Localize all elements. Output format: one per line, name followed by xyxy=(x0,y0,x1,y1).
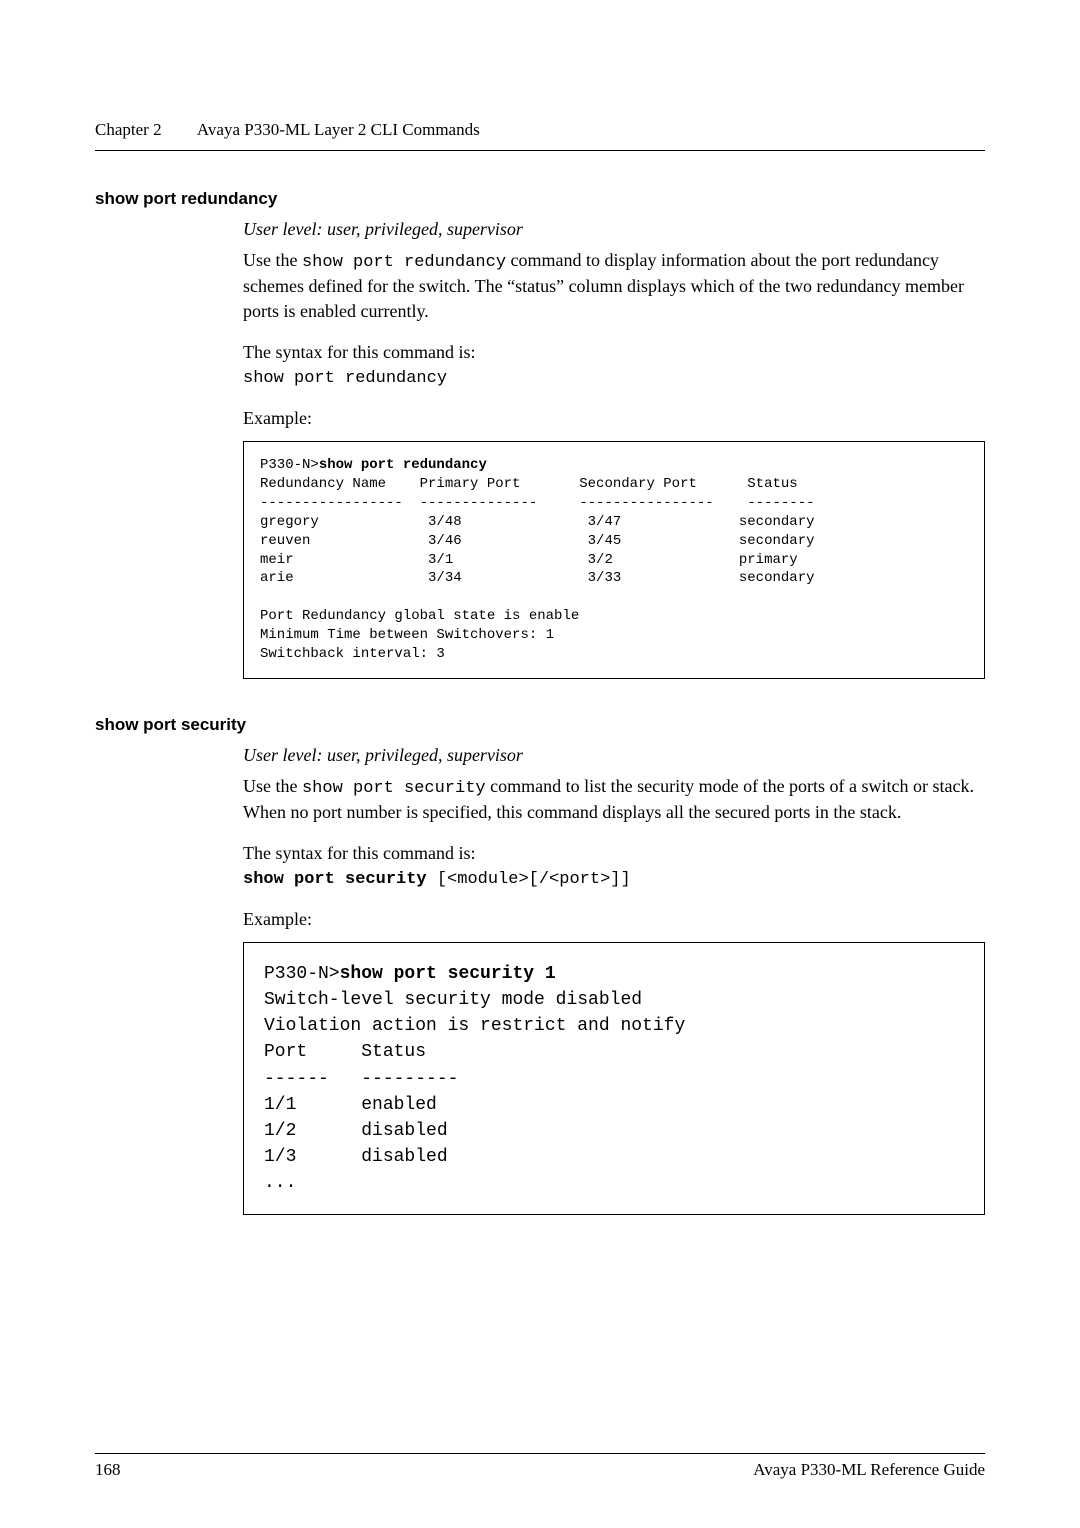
chapter-number: Chapter 2 xyxy=(95,120,162,139)
example-output-box: P330-N>show port security 1 Switch-level… xyxy=(243,942,985,1215)
output-prompt: P330-N> xyxy=(260,457,319,473)
example-output-box: P330-N>show port redundancy Redundancy N… xyxy=(243,441,985,679)
section-heading-show-port-security: show port security xyxy=(95,715,985,735)
chapter-header: Chapter 2 Avaya P330-ML Layer 2 CLI Comm… xyxy=(95,120,985,140)
example-output-container: P330-N>show port redundancy Redundancy N… xyxy=(243,441,985,679)
page-footer: 168 Avaya P330-ML Reference Guide xyxy=(95,1453,985,1480)
doc-title: Avaya P330-ML Reference Guide xyxy=(753,1460,985,1480)
output-prompt: P330-N> xyxy=(264,964,340,984)
section1-body: User level: user, privileged, supervisor… xyxy=(243,219,985,429)
section-heading-show-port-redundancy: show port redundancy xyxy=(95,189,985,209)
syntax-command-args: [<module>[/<port>]] xyxy=(427,870,631,889)
syntax-command-bold: show port security xyxy=(243,870,427,889)
section2-body: User level: user, privileged, supervisor… xyxy=(243,745,985,930)
intro-paragraph: Use the show port redundancy command to … xyxy=(243,248,985,324)
inline-code: show port security xyxy=(302,779,486,798)
header-rule xyxy=(95,150,985,151)
user-level-note: User level: user, privileged, supervisor xyxy=(243,745,985,766)
example-label: Example: xyxy=(243,408,985,429)
intro-text-before: Use the xyxy=(243,250,302,270)
intro-text-before: Use the xyxy=(243,776,302,796)
output-command: show port redundancy xyxy=(319,457,487,473)
syntax-command: show port redundancy xyxy=(243,369,985,388)
syntax-label: The syntax for this command is: xyxy=(243,843,985,864)
output-body: Switch-level security mode disabled Viol… xyxy=(264,990,685,1193)
chapter-title: Avaya P330-ML Layer 2 CLI Commands xyxy=(197,120,480,139)
syntax-command: show port security [<module>[/<port>]] xyxy=(243,870,985,889)
example-label: Example: xyxy=(243,909,985,930)
inline-code: show port redundancy xyxy=(302,253,506,272)
example-output-container: P330-N>show port security 1 Switch-level… xyxy=(243,942,985,1215)
footer-rule xyxy=(95,1453,985,1454)
output-command: show port security 1 xyxy=(340,964,556,984)
user-level-note: User level: user, privileged, supervisor xyxy=(243,219,985,240)
page-number: 168 xyxy=(95,1460,121,1480)
output-body: Redundancy Name Primary Port Secondary P… xyxy=(260,476,815,662)
syntax-label: The syntax for this command is: xyxy=(243,342,985,363)
intro-paragraph: Use the show port security command to li… xyxy=(243,774,985,825)
